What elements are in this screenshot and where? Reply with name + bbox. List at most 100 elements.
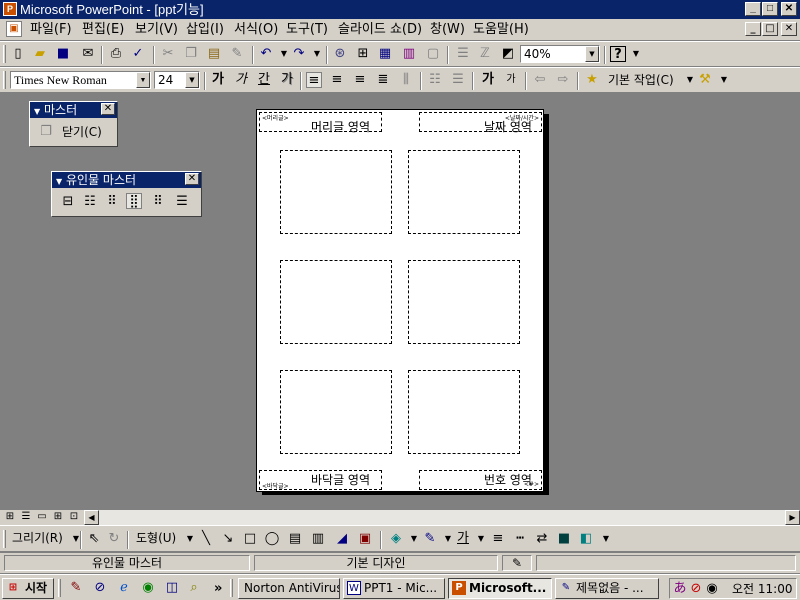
arrow-style-icon[interactable]: ⇄	[534, 531, 550, 547]
close-button[interactable]: ✕	[781, 2, 797, 16]
justify-icon[interactable]: ≣	[375, 72, 391, 88]
quicklaunch-ie-icon[interactable]: ℯ	[116, 580, 132, 596]
clipart-icon[interactable]: ▣	[357, 531, 373, 547]
bold-button[interactable]: 가	[210, 72, 226, 88]
fill-color-icon[interactable]: ◈	[388, 531, 404, 547]
menu-file[interactable]: 파일(F)	[30, 19, 72, 40]
font-color-icon[interactable]: 가	[455, 531, 471, 547]
menu-help[interactable]: 도움말(H)	[473, 19, 529, 40]
slide-placeholder-1[interactable]	[280, 150, 392, 234]
slide-view-icon[interactable]: ▭	[34, 510, 50, 524]
document-icon[interactable]: ▣	[6, 21, 22, 37]
new-slide-icon[interactable]: ▢	[425, 46, 441, 62]
menu-edit[interactable]: 편집(E)	[82, 19, 124, 40]
menu-view[interactable]: 보기(V)	[135, 19, 178, 40]
undo-dropdown-icon[interactable]: ▼	[276, 46, 292, 62]
horizontal-scrollbar[interactable]	[99, 510, 785, 525]
slide-placeholder-5[interactable]	[280, 370, 392, 454]
autoshapes-button[interactable]: 도형(U)	[136, 530, 176, 547]
format-painter-icon[interactable]: ✎	[229, 46, 245, 62]
arrow-icon[interactable]: ↘	[220, 531, 236, 547]
diagram-icon[interactable]: ◢	[334, 531, 350, 547]
common-tasks-label[interactable]: 기본 작업(C)	[608, 72, 674, 88]
quicklaunch-more[interactable]: »	[214, 581, 222, 596]
numbering-icon[interactable]: ☷	[427, 72, 443, 88]
antivirus-tray-icon[interactable]: ⊘	[688, 581, 704, 597]
menu-insert[interactable]: 삽입(I)	[186, 19, 224, 40]
slide-sorter-icon[interactable]: ⊞	[50, 510, 66, 524]
menu-format[interactable]: 서식(O)	[234, 19, 278, 40]
rectangle-icon[interactable]: □	[242, 531, 258, 547]
handout-9-layout-icon[interactable]: ⠿	[150, 194, 166, 210]
slide-placeholder-2[interactable]	[408, 150, 520, 234]
autoshapes-dropdown-icon[interactable]: ▼	[182, 531, 198, 547]
handout-page[interactable]: <머리글> 머리글 영역 <날짜/시간> 날짜 영역 <바닥글> 바닥글 영역 …	[256, 109, 544, 492]
number-placeholder[interactable]: <#> 번호 영역	[419, 470, 542, 490]
spellcheck-status-icon[interactable]: ✎	[502, 555, 532, 571]
quicklaunch-desktop-icon[interactable]: ✎	[68, 580, 84, 596]
text-box-icon[interactable]: ▤	[287, 531, 303, 547]
save-icon[interactable]: ■	[55, 46, 71, 62]
common-tasks-dropdown-icon[interactable]: ▼	[682, 72, 698, 88]
hyperlink-icon[interactable]: ⊛	[332, 46, 348, 62]
email-icon[interactable]: ✉	[80, 46, 96, 62]
tables-borders-icon[interactable]: ⊞	[355, 46, 371, 62]
undo-icon[interactable]: ↶	[258, 46, 274, 62]
dash-style-icon[interactable]: ┅	[512, 531, 528, 547]
master-palette-titlebar[interactable]: ▼ 마스터 ✕	[30, 102, 117, 118]
outline-view-icon[interactable]: ☰	[18, 510, 34, 524]
maximize-button[interactable]: □	[762, 2, 778, 16]
align-right-icon[interactable]: ≡	[352, 72, 368, 88]
show-formatting-icon[interactable]: ℤ	[477, 46, 493, 62]
zoom-combo[interactable]: 40% ▼	[520, 45, 600, 63]
line-style-icon[interactable]: ≡	[490, 531, 506, 547]
normal-view-icon[interactable]: ⊞	[2, 510, 18, 524]
paste-icon[interactable]: ▤	[206, 46, 222, 62]
master-close-button[interactable]: 닫기(C)	[62, 124, 102, 140]
redo-dropdown-icon[interactable]: ▼	[309, 46, 325, 62]
doc-close-button[interactable]: ✕	[781, 22, 797, 36]
underline-button[interactable]: 간	[256, 72, 272, 88]
select-pointer-icon[interactable]: ⇖	[86, 531, 102, 547]
header-placeholder[interactable]: <머리글> 머리글 영역	[259, 112, 382, 134]
handout-6-layout-icon[interactable]: ⣿	[126, 193, 142, 209]
insert-chart-icon[interactable]: ▥	[401, 46, 417, 62]
ime-icon[interactable]: あ	[672, 581, 688, 597]
quicklaunch-search-icon[interactable]: ⌕	[186, 580, 202, 596]
shadow-style-icon[interactable]: ■	[556, 531, 572, 547]
master-close-icon[interactable]: ❐	[38, 124, 54, 140]
align-center-icon[interactable]: ≡	[329, 72, 345, 88]
task-notepad[interactable]: ✎ 제목없음 - ...	[555, 578, 659, 599]
menu-window[interactable]: 창(W)	[430, 19, 465, 40]
expand-all-icon[interactable]: ☰	[455, 46, 471, 62]
free-rotate-icon[interactable]: ↻	[106, 531, 122, 547]
distribute-icon[interactable]: ⫼	[398, 72, 414, 88]
volume-icon[interactable]: ◉	[704, 581, 720, 597]
quicklaunch-explorer-icon[interactable]: ⊘	[92, 580, 108, 596]
bullets-icon[interactable]: ☰	[450, 72, 466, 88]
oval-icon[interactable]: ◯	[264, 531, 280, 547]
redo-icon[interactable]: ↷	[291, 46, 307, 62]
scroll-right-icon[interactable]: ▶	[785, 510, 800, 525]
quicklaunch-outlook-icon[interactable]: ◉	[140, 580, 156, 596]
toolbar-options-icon[interactable]: ▼	[716, 72, 732, 88]
quicklaunch-network-icon[interactable]: ◫	[164, 580, 180, 596]
handout-palette-titlebar[interactable]: ▼ 유인물 마스터 ✕	[52, 172, 201, 188]
powerpoint-app-icon[interactable]: P	[3, 2, 17, 16]
fill-color-dropdown-icon[interactable]: ▼	[406, 531, 422, 547]
toolbar-options-icon[interactable]: ▼	[598, 531, 614, 547]
print-icon[interactable]: ⎙	[108, 46, 124, 62]
3d-style-icon[interactable]: ◧	[578, 531, 594, 547]
help-icon[interactable]: ?	[610, 46, 626, 62]
doc-restore-button[interactable]: □	[762, 22, 778, 36]
minimize-button[interactable]: _	[745, 2, 761, 16]
demote-icon[interactable]: ⇨	[555, 72, 571, 88]
start-button[interactable]: ⊞ 시작	[2, 578, 54, 599]
handout-3-layout-icon[interactable]: ⠿	[104, 194, 120, 210]
wordart-icon[interactable]: ▥	[310, 531, 326, 547]
new-file-icon[interactable]: ▯	[10, 46, 26, 62]
slide-placeholder-4[interactable]	[408, 260, 520, 344]
animation-star-icon[interactable]: ★	[584, 72, 600, 88]
spelling-icon[interactable]: ✓	[130, 46, 146, 62]
task-word[interactable]: W PPT1 - Mic...	[343, 578, 445, 599]
